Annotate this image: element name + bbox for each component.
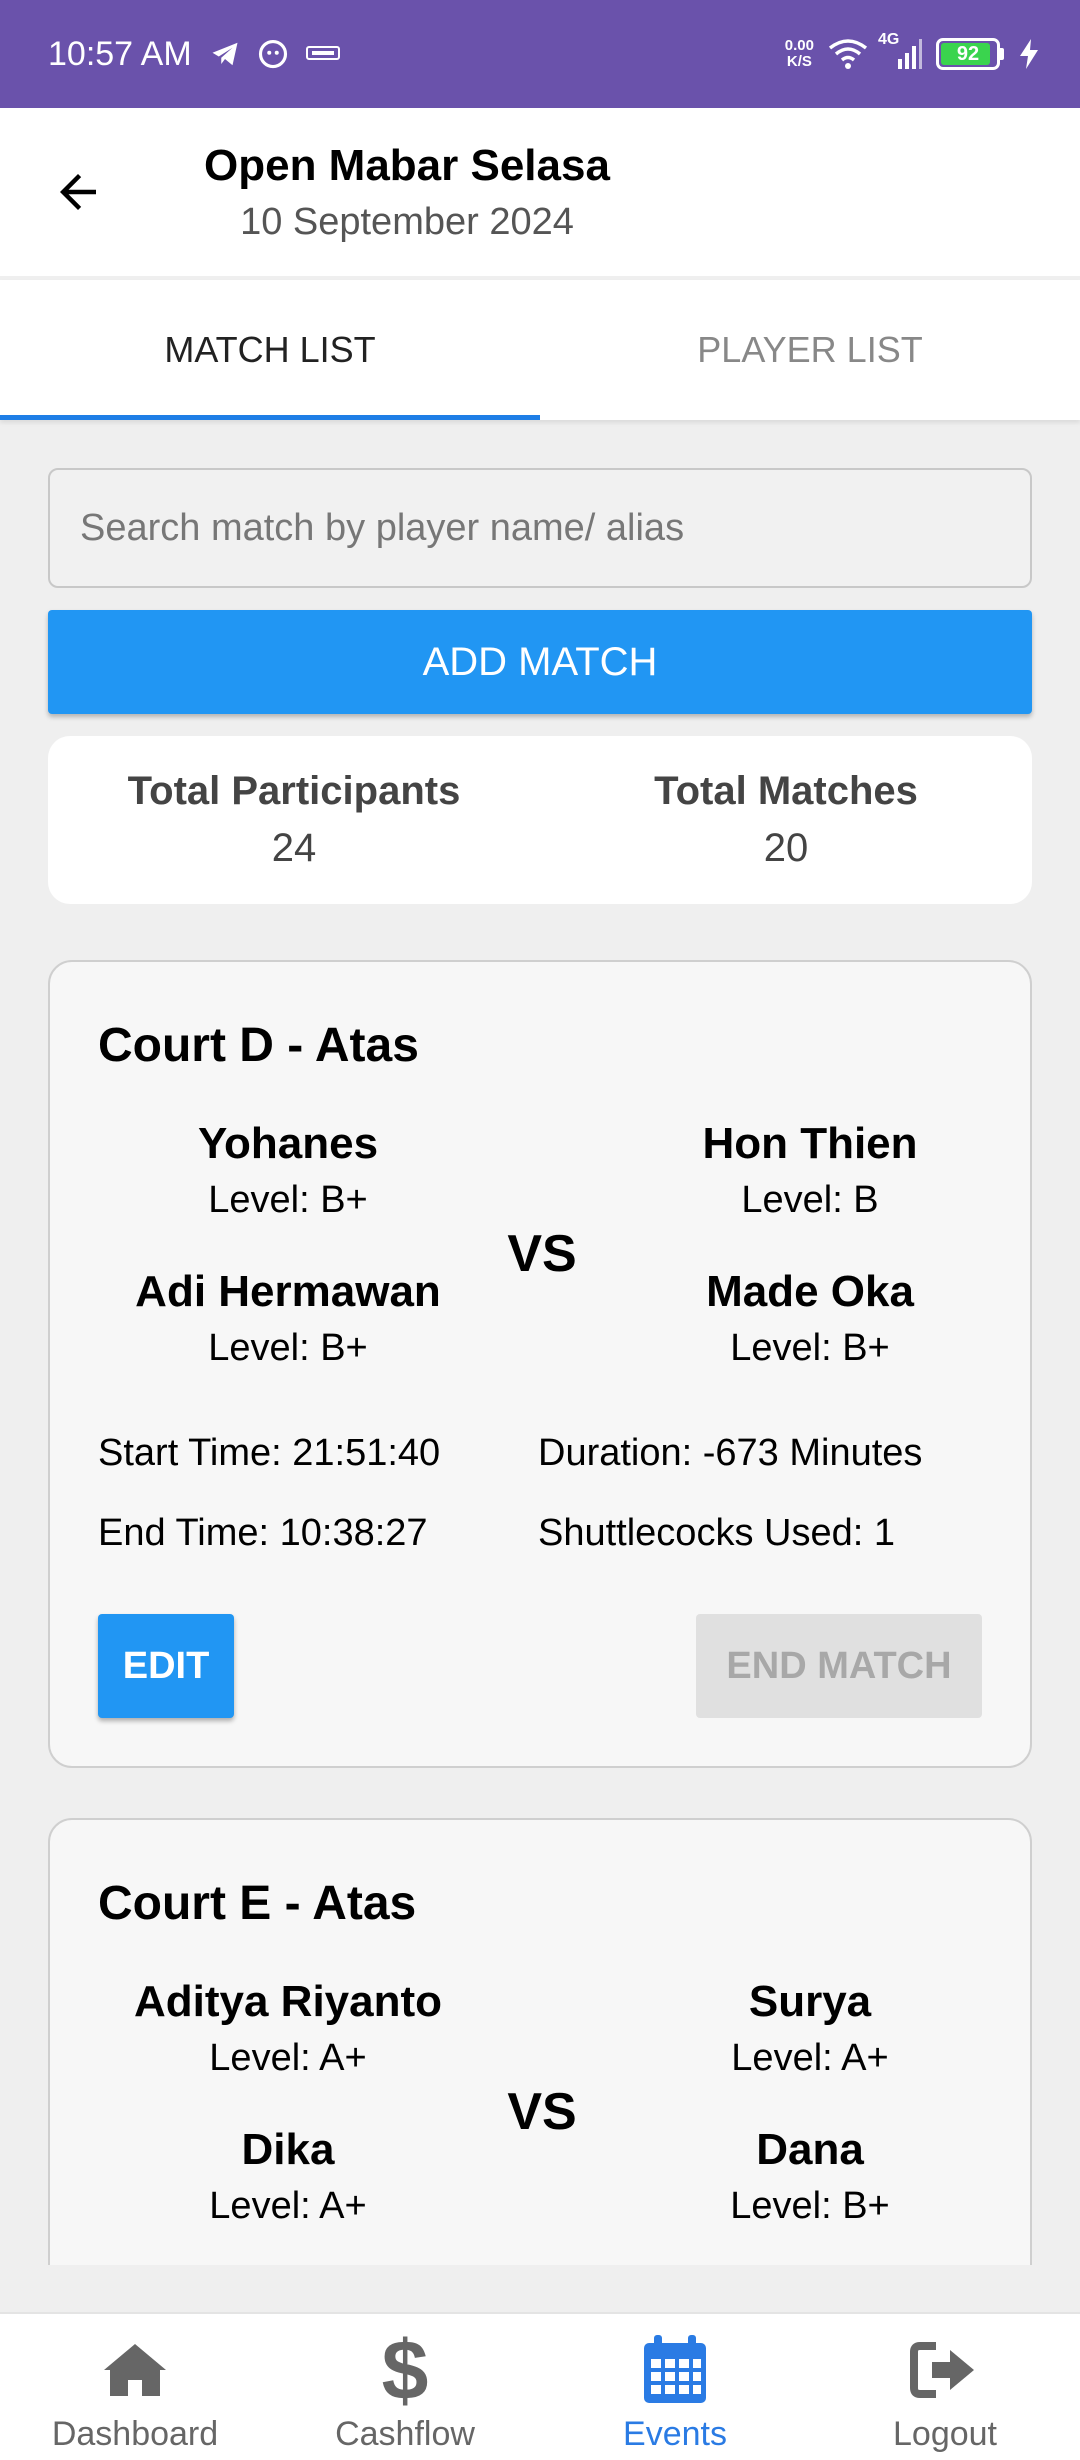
player-level: Level: B+	[730, 1327, 890, 1369]
app-bar: Open Mabar Selasa 10 September 2024	[0, 108, 1080, 276]
back-button[interactable]	[38, 152, 118, 232]
participants-label: Total Participants	[127, 769, 461, 813]
vs-label: VS	[507, 1225, 577, 1283]
player-name: Made Oka	[706, 1267, 914, 1316]
nav-events[interactable]: Events	[540, 2314, 810, 2460]
home-icon	[100, 2328, 170, 2412]
status-bar: 10:57 AM 0.00 K/S 4G 92	[0, 0, 1080, 108]
search-box	[48, 468, 1032, 588]
wifi-icon	[828, 38, 868, 70]
status-time: 10:57 AM	[48, 34, 192, 73]
matches-summary: Total Matches 20	[540, 736, 1032, 904]
team-a: Aditya Riyanto Level: A+ Dika Level: A+	[78, 1972, 498, 2265]
player-name: Surya	[748, 1977, 872, 2026]
search-input[interactable]	[80, 506, 1030, 550]
match-card: Court E - Atas Aditya Riyanto Level: A+ …	[48, 1818, 1032, 2265]
nav-cashflow[interactable]: $ Cashflow	[270, 2314, 540, 2460]
shuttlecocks-used: Shuttlecocks Used: 1	[538, 1512, 895, 1554]
tab-player-list[interactable]: PLAYER LIST	[540, 280, 1080, 420]
participants-summary: Total Participants 24	[48, 736, 540, 904]
team-a: Yohanes Level: B+ Adi Hermawan Level: B+	[78, 1114, 498, 1410]
player-name: Dana	[756, 2125, 864, 2174]
logout-icon	[910, 2328, 980, 2412]
player-level: Level: B+	[730, 2185, 890, 2227]
charging-icon	[1018, 38, 1040, 70]
end-match-button[interactable]: END MATCH	[696, 1614, 982, 1718]
telegram-icon	[210, 39, 240, 69]
page-title: Open Mabar Selasa	[204, 141, 610, 190]
calendar-icon	[640, 2328, 710, 2412]
messenger-icon	[258, 39, 288, 69]
player-name: Adi Hermawan	[135, 1267, 441, 1316]
add-match-button[interactable]: ADD MATCH	[48, 610, 1032, 714]
arrow-left-icon	[60, 174, 96, 210]
team-b: Hon Thien Level: B Made Oka Level: B+	[600, 1114, 1020, 1410]
player-level: Level: A+	[731, 2037, 889, 2079]
end-time: End Time: 10:38:27	[98, 1512, 428, 1554]
matches-label: Total Matches	[654, 769, 918, 813]
nav-label: Dashboard	[51, 2415, 219, 2453]
tab-match-list[interactable]: MATCH LIST	[0, 280, 540, 420]
tab-bar: MATCH LIST PLAYER LIST	[0, 280, 1080, 420]
player-name: Yohanes	[197, 1119, 379, 1168]
match-card: Court D - Atas Yohanes Level: B+ Adi Her…	[48, 960, 1032, 1768]
nav-label: Events	[623, 2415, 727, 2453]
player-name: Aditya Riyanto	[133, 1977, 443, 2026]
vs-label: VS	[507, 2083, 577, 2141]
header-title-block: Open Mabar Selasa 10 September 2024	[204, 136, 610, 248]
court-name: Court D - Atas	[98, 1019, 419, 1072]
news-app-icon	[305, 43, 340, 65]
signal-icon: 4G	[878, 31, 922, 71]
team-b: Surya Level: A+ Dana Level: B+	[600, 1972, 1020, 2265]
event-date: 10 September 2024	[240, 201, 574, 243]
nav-label: Cashflow	[335, 2415, 475, 2453]
court-name: Court E - Atas	[98, 1877, 417, 1930]
battery-icon: 92	[936, 38, 1000, 70]
network-speed: 0.00 K/S	[784, 37, 814, 70]
nav-dashboard[interactable]: Dashboard	[0, 2314, 270, 2460]
duration: Duration: -673 Minutes	[538, 1432, 923, 1474]
player-level: Level: A+	[209, 2037, 367, 2079]
edit-match-button[interactable]: EDIT	[98, 1614, 234, 1718]
matches-value: 20	[763, 826, 809, 870]
dollar-icon: $	[381, 2323, 429, 2417]
player-level: Level: A+	[209, 2185, 367, 2227]
start-time: Start Time: 21:51:40	[98, 1432, 441, 1474]
summary-card: Total Participants 24 Total Matches 20	[48, 736, 1032, 904]
match-list-content[interactable]: ADD MATCH Total Participants 24 Total Ma…	[0, 420, 1080, 2265]
bottom-navigation: Dashboard $ Cashflow Events Logout	[0, 2312, 1080, 2460]
player-name: Dika	[241, 2125, 335, 2174]
player-level: Level: B+	[208, 1327, 368, 1369]
player-name: Hon Thien	[702, 1119, 918, 1168]
nav-label: Logout	[893, 2415, 997, 2453]
nav-logout[interactable]: Logout	[810, 2314, 1080, 2460]
player-level: Level: B+	[208, 1179, 368, 1221]
participants-value: 24	[271, 826, 317, 870]
player-level: Level: B	[741, 1179, 879, 1221]
